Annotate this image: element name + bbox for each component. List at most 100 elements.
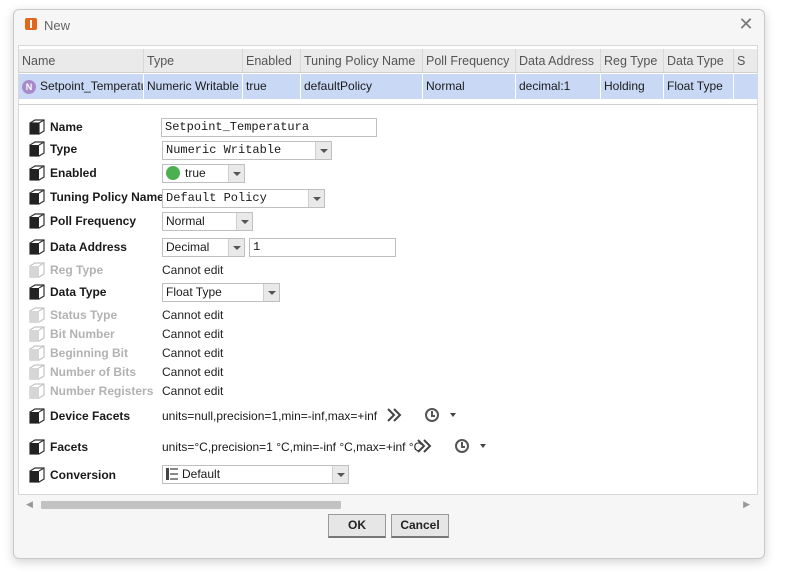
name-field[interactable]: Setpoint_Temperatura [161,118,377,137]
column-header-data-type[interactable]: Data Type [664,49,734,72]
scroll-right-icon[interactable]: ▶ [743,499,750,510]
column-header-truncated[interactable]: S [734,49,757,72]
reg-type-value: Cannot edit [162,263,224,277]
scrollbar-thumb[interactable] [41,501,341,509]
data-address-format-select[interactable]: Decimal [162,238,245,257]
column-header-poll-frequency[interactable]: Poll Frequency [423,49,516,72]
number-registers-value: Cannot edit [162,384,224,398]
cell-data-address: decimal:1 [516,74,601,99]
beginning-bit-value: Cannot edit [162,346,224,360]
double-chevron-icon[interactable] [416,438,432,454]
dialog-title: New [44,18,71,33]
enabled-select-value: true [185,166,206,180]
editor-panel: Name Type Enabled Tuning Policy Name Pol… [18,45,758,495]
property-label-poll-frequency: Poll Frequency [50,214,137,228]
data-type-select[interactable]: Float Type [162,283,280,302]
cell-type: Numeric Writable [144,74,243,99]
property-slot-icon [29,284,45,300]
double-chevron-icon[interactable] [386,407,402,423]
poll-frequency-select-value: Normal [166,214,205,228]
property-label-enabled: Enabled [50,166,97,180]
property-slot-icon [29,345,45,361]
type-select[interactable]: Numeric Writable [162,141,332,160]
ok-button[interactable]: OK [328,514,386,538]
enabled-select[interactable]: true [162,164,245,183]
scroll-left-icon[interactable]: ◀ [26,499,33,510]
column-header-data-address[interactable]: Data Address [516,49,601,72]
tuning-policy-select-value: Default Policy [166,191,267,205]
facets-value: units=°C,precision=1 °C,min=-inf °C,max=… [162,440,423,454]
cancel-button[interactable]: Cancel [391,514,449,538]
history-dropdown-icon[interactable] [480,444,486,448]
property-label-type: Type [50,142,78,156]
cell-truncated [734,74,757,99]
cell-reg-type: Holding [601,74,664,99]
poll-frequency-select[interactable]: Normal [162,212,253,231]
property-label-reg-type: Reg Type [50,263,104,277]
property-slot-icon [29,439,45,455]
property-slot-icon [29,307,45,323]
data-address-format-value: Decimal [166,240,210,254]
column-header-name[interactable]: Name [19,49,144,72]
chevron-down-icon[interactable] [236,213,252,230]
property-label-name: Name [50,120,83,134]
conversion-icon [166,467,178,480]
chevron-down-icon[interactable] [263,284,279,301]
property-label-tuning-policy: Tuning Policy Name [50,190,164,204]
property-slot-icon [29,383,45,399]
property-slot-icon [29,119,45,135]
property-slot-icon [29,165,45,181]
property-slot-icon [29,467,45,483]
tuning-policy-select[interactable]: Default Policy [162,189,325,208]
property-label-data-type: Data Type [50,285,107,299]
column-header-enabled[interactable]: Enabled [243,49,301,72]
data-address-field[interactable]: 1 [249,238,396,257]
title-bar: New ✕ [14,10,764,40]
property-label-bit-number: Bit Number [50,327,115,341]
history-dropdown-icon[interactable] [450,413,456,417]
cell-tuning-policy: defaultPolicy [301,74,423,99]
chevron-down-icon[interactable] [228,165,244,182]
column-header-tuning-policy-name[interactable]: Tuning Policy Name [301,49,423,72]
cell-enabled: true [243,74,301,99]
property-slot-icon [29,364,45,380]
grid-divider [19,104,757,105]
property-label-number-registers: Number Registers [50,384,154,398]
chevron-down-icon[interactable] [308,190,324,207]
property-slot-icon [29,326,45,342]
enabled-status-icon [166,165,180,180]
property-label-device-facets: Device Facets [50,409,131,423]
property-label-number-of-bits: Number of Bits [50,365,137,379]
numeric-point-icon: N [22,79,36,94]
chevron-down-icon[interactable] [228,239,244,256]
property-label-facets: Facets [50,440,89,454]
property-label-data-address: Data Address [50,240,127,254]
number-of-bits-value: Cannot edit [162,365,224,379]
column-header-reg-type[interactable]: Reg Type [601,49,664,72]
horizontal-scrollbar[interactable]: ◀ ▶ [18,498,758,513]
chevron-down-icon[interactable] [332,466,348,483]
status-type-value: Cannot edit [162,308,224,322]
conversion-select[interactable]: Default [162,465,349,484]
chevron-down-icon[interactable] [315,142,331,159]
property-label-conversion: Conversion [50,468,117,482]
property-slot-icon [29,239,45,255]
conversion-select-value: Default [182,467,221,481]
close-icon[interactable]: ✕ [736,15,756,35]
cell-name: N Setpoint_Temperatu [19,74,144,99]
property-label-status-type: Status Type [50,308,118,322]
property-slot-icon [29,262,45,278]
clock-icon[interactable] [425,408,439,422]
cell-data-type: Float Type [664,74,734,99]
type-select-value: Numeric Writable [166,143,282,157]
property-slot-icon [29,141,45,157]
data-type-select-value: Float Type [166,285,222,299]
column-header-type[interactable]: Type [144,49,243,72]
property-slot-icon [29,213,45,229]
property-slot-icon [29,408,45,424]
device-facets-value: units=null,precision=1,min=-inf,max=+inf [162,409,378,423]
table-row[interactable]: N Setpoint_Temperatu Numeric Writable tru… [19,74,757,99]
property-slot-icon [29,189,45,205]
clock-icon[interactable] [455,439,469,453]
app-icon [25,18,37,30]
